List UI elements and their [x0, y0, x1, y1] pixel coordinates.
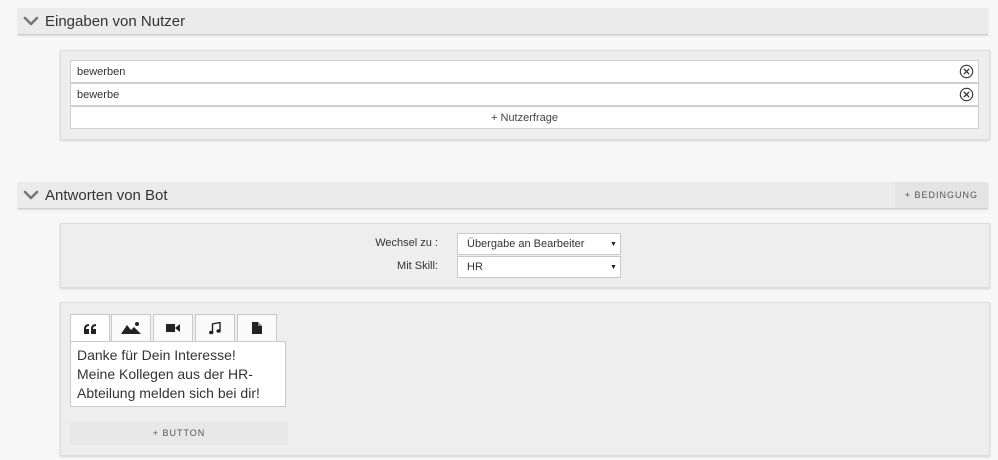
routing-panel: Wechsel zu : Übergabe an Bearbeiter ▼ Mi…	[60, 223, 990, 288]
add-user-question-button[interactable]: + Nutzerfrage	[70, 106, 979, 129]
user-input-row[interactable]	[70, 60, 979, 83]
user-inputs-panel: + Nutzerfrage	[60, 50, 990, 140]
video-icon	[166, 324, 180, 332]
image-icon	[121, 322, 141, 334]
chevron-down-icon[interactable]	[23, 13, 39, 29]
dropdown-arrow-icon: ▼	[610, 263, 617, 271]
switch-select-value: Übergabe an Bearbeiter	[467, 238, 585, 250]
section-header-user-inputs[interactable]: Eingaben von Nutzer	[18, 8, 988, 35]
user-input-field[interactable]	[71, 87, 939, 102]
music-icon	[209, 321, 221, 334]
skill-label: Mit Skill:	[397, 260, 438, 272]
user-input-row[interactable]	[70, 83, 979, 106]
quote-icon	[84, 323, 96, 334]
tab-text[interactable]	[70, 314, 110, 342]
dropdown-arrow-icon: ▼	[610, 240, 617, 248]
file-icon	[252, 322, 262, 334]
add-condition-button[interactable]: + BEDINGUNG	[894, 182, 988, 208]
clear-icon[interactable]	[959, 87, 974, 102]
clear-icon[interactable]	[959, 64, 974, 79]
skill-select-value: HR	[467, 261, 483, 273]
message-textarea[interactable]: Danke für Dein Interesse! Meine Kollegen…	[70, 341, 286, 407]
section-title: Eingaben von Nutzer	[45, 12, 186, 30]
tab-audio[interactable]	[195, 314, 235, 341]
user-input-field[interactable]	[71, 64, 939, 79]
skill-select[interactable]: HR ▼	[457, 256, 621, 278]
switch-select[interactable]: Übergabe an Bearbeiter ▼	[457, 233, 621, 255]
switch-label: Wechsel zu :	[375, 237, 438, 249]
tab-video[interactable]	[153, 314, 193, 341]
message-line: Meine Kollegen aus der HR-	[77, 366, 253, 382]
section-header-bot-answers[interactable]: Antworten von Bot + BEDINGUNG	[18, 182, 988, 209]
message-panel: Danke für Dein Interesse! Meine Kollegen…	[60, 302, 990, 456]
section-title: Antworten von Bot	[45, 186, 168, 204]
tab-file[interactable]	[237, 314, 277, 341]
add-button-button[interactable]: + BUTTON	[70, 421, 288, 445]
chevron-down-icon[interactable]	[23, 187, 39, 203]
message-line: Abteilung melden sich bei dir!	[77, 385, 260, 401]
message-line: Danke für Dein Interesse!	[77, 347, 236, 363]
tab-image[interactable]	[111, 314, 151, 341]
